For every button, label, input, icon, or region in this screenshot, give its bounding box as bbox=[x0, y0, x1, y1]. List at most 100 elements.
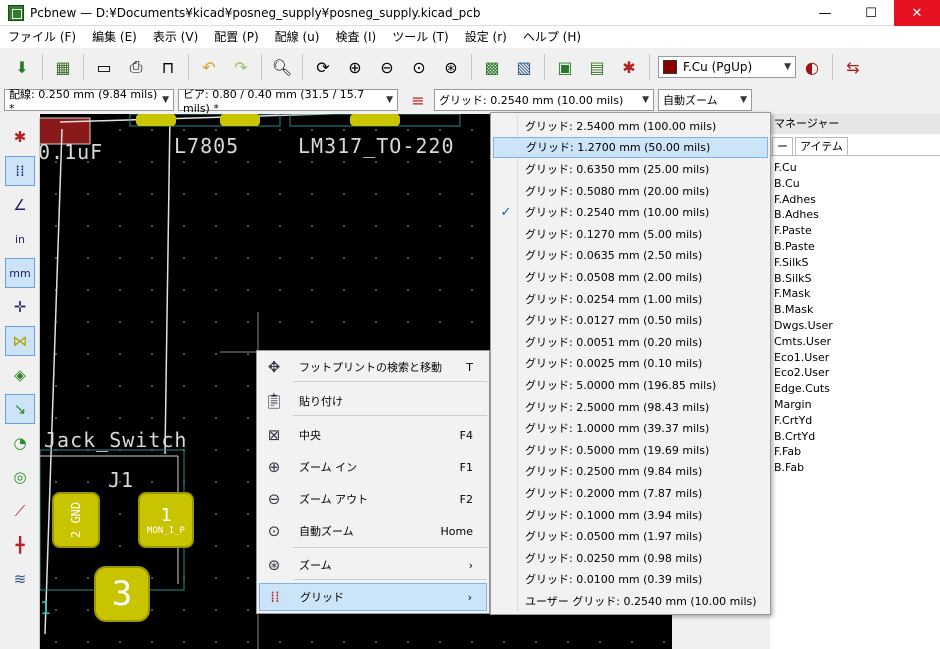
layer-item[interactable]: B.CrtYd bbox=[774, 429, 940, 445]
undo-icon[interactable]: ↶ bbox=[195, 53, 223, 81]
context-menu-item[interactable]: ⁞⁞ グリッド › bbox=[259, 583, 487, 611]
pad-gnd[interactable]: 2 GND bbox=[52, 492, 100, 548]
layers-manager-icon[interactable]: ≋ bbox=[5, 564, 35, 594]
auto-track-width-icon[interactable]: ≡ bbox=[404, 86, 432, 114]
grid-option[interactable]: グリッド: 2.5000 mm (98.43 mils) bbox=[493, 396, 768, 418]
track-outline-icon[interactable]: ↘ bbox=[5, 394, 35, 424]
zoom-select[interactable]: 自動ズーム ▼ bbox=[658, 89, 752, 111]
via-sketch-icon[interactable]: ◔ bbox=[5, 428, 35, 458]
menu-edit[interactable]: 編集 (E) bbox=[84, 26, 145, 48]
layer-item[interactable]: F.SilkS bbox=[774, 255, 940, 271]
grid-option[interactable]: グリッド: 0.0254 mm (1.00 mils) bbox=[493, 288, 768, 310]
layer-item[interactable]: Edge.Cuts bbox=[774, 381, 940, 397]
layer-item[interactable]: F.Mask bbox=[774, 286, 940, 302]
zoom-in-toolbar-icon[interactable]: ⊕ bbox=[341, 53, 369, 81]
context-menu-item[interactable]: ⊖ ズーム アウト F2 bbox=[259, 485, 487, 513]
grid-option[interactable]: グリッド: 0.0508 mm (2.00 mils) bbox=[493, 266, 768, 288]
context-menu-item[interactable]: ⊠ 中央 F4 bbox=[259, 421, 487, 449]
zoom-selection-toolbar-icon[interactable]: ⊛ bbox=[437, 53, 465, 81]
zone-fill-icon[interactable]: ◈ bbox=[5, 360, 35, 390]
menu-view[interactable]: 表示 (V) bbox=[145, 26, 206, 48]
layer-item[interactable]: Cmts.User bbox=[774, 334, 940, 350]
grid-option[interactable]: ユーザー グリッド: 0.2540 mm (10.00 mils) bbox=[493, 590, 768, 612]
pad-mon-ip[interactable]: 1 MON_I_P bbox=[138, 492, 194, 548]
find-icon[interactable]: 🔍︎ bbox=[268, 53, 296, 81]
maximize-button[interactable]: ☐ bbox=[848, 0, 894, 26]
update-pcb-icon[interactable]: ▤ bbox=[583, 53, 611, 81]
layer-item[interactable]: B.Paste bbox=[774, 239, 940, 255]
grid-option[interactable]: グリッド: 0.0051 mm (0.20 mils) bbox=[493, 331, 768, 353]
menu-preferences[interactable]: 設定 (r) bbox=[457, 26, 515, 48]
layer-selector[interactable]: F.Cu (PgUp) ▼ bbox=[658, 56, 796, 78]
menu-route[interactable]: 配線 (u) bbox=[267, 26, 328, 48]
layer-pair-icon[interactable]: ◐ bbox=[798, 53, 826, 81]
grid-option[interactable]: グリッド: 0.0025 mm (0.10 mils) bbox=[493, 353, 768, 375]
menu-file[interactable]: ファイル (F) bbox=[0, 26, 84, 48]
layer-item[interactable]: F.CrtYd bbox=[774, 413, 940, 429]
grid-option[interactable]: グリッド: 5.0000 mm (196.85 mils) bbox=[493, 374, 768, 396]
layer-item[interactable]: B.Adhes bbox=[774, 207, 940, 223]
pad-sketch-icon[interactable]: ◎ bbox=[5, 462, 35, 492]
close-button[interactable]: ✕ bbox=[894, 0, 940, 26]
cursor-shape-icon[interactable]: ✛ bbox=[5, 292, 35, 322]
layer-item[interactable]: F.Paste bbox=[774, 223, 940, 239]
netlist-icon[interactable]: ▣ bbox=[551, 53, 579, 81]
grid-option[interactable]: グリッド: 0.1000 mm (3.94 mils) bbox=[493, 504, 768, 526]
layer-item[interactable]: B.SilkS bbox=[774, 271, 940, 287]
inch-units-icon[interactable]: in bbox=[5, 224, 35, 254]
grid-toggle-icon[interactable]: ⁞⁞ bbox=[5, 156, 35, 186]
ratsnest-icon[interactable]: ⋈ bbox=[5, 326, 35, 356]
menu-help[interactable]: ヘルプ (H) bbox=[515, 26, 589, 48]
grid-option[interactable]: グリッド: 0.0500 mm (1.97 mils) bbox=[493, 525, 768, 547]
context-menu-item[interactable]: 📋︎ 貼り付け bbox=[259, 387, 487, 415]
context-menu-item[interactable]: ⊕ ズーム イン F1 bbox=[259, 453, 487, 481]
microwave-icon[interactable]: ╋ bbox=[5, 530, 35, 560]
tab-layers[interactable]: ー bbox=[772, 137, 793, 155]
redo-icon[interactable]: ↷ bbox=[227, 53, 255, 81]
grid-option[interactable]: グリッド: 0.0100 mm (0.39 mils) bbox=[493, 569, 768, 591]
high-contrast-icon[interactable]: ⟋ bbox=[5, 496, 35, 526]
mm-units-icon[interactable]: mm bbox=[5, 258, 35, 288]
grid-option[interactable]: グリッド: 0.2500 mm (9.84 mils) bbox=[493, 461, 768, 483]
grid-option[interactable]: グリッド: 0.0250 mm (0.98 mils) bbox=[493, 547, 768, 569]
scripting-console-icon[interactable]: ⇆ bbox=[839, 53, 867, 81]
context-menu-item[interactable]: ⊛ ズーム › bbox=[259, 551, 487, 579]
grid-option[interactable]: グリッド: 0.0127 mm (0.50 mils) bbox=[493, 309, 768, 331]
context-menu-item[interactable]: ✥ フットプリントの検索と移動 T bbox=[259, 353, 487, 381]
menu-place[interactable]: 配置 (P) bbox=[206, 26, 266, 48]
footprint-library-icon[interactable]: ▦ bbox=[49, 53, 77, 81]
polar-coords-icon[interactable]: ∠ bbox=[5, 190, 35, 220]
layer-item[interactable]: F.Fab bbox=[774, 444, 940, 460]
layer-item[interactable]: Dwgs.User bbox=[774, 318, 940, 334]
drc-off-icon[interactable]: ✱ bbox=[5, 122, 35, 152]
minimize-button[interactable]: — bbox=[802, 0, 848, 26]
via-size-select[interactable]: ビア: 0.80 / 0.40 mm (31.5 / 15.7 mils) * … bbox=[178, 88, 398, 115]
plot-icon[interactable]: ⊓ bbox=[154, 53, 182, 81]
layer-item[interactable]: F.Cu bbox=[774, 160, 940, 176]
track-width-select[interactable]: 配線: 0.250 mm (9.84 mils) * ▼ bbox=[4, 88, 174, 115]
layer-item[interactable]: B.Mask bbox=[774, 302, 940, 318]
grid-select[interactable]: グリッド: 0.2540 mm (10.00 mils) ▼ bbox=[434, 89, 654, 111]
zoom-fit-toolbar-icon[interactable]: ⊙ bbox=[405, 53, 433, 81]
pad-3[interactable]: 3 bbox=[94, 566, 150, 622]
grid-option[interactable]: グリッド: 2.5400 mm (100.00 mils) bbox=[493, 115, 768, 137]
tab-items[interactable]: アイテム bbox=[795, 137, 848, 155]
drc-bug-icon[interactable]: ✱ bbox=[615, 53, 643, 81]
footprint-viewer-icon[interactable]: ▧ bbox=[510, 53, 538, 81]
layer-item[interactable]: Eco1.User bbox=[774, 350, 940, 366]
grid-option[interactable]: グリッド: 0.5080 mm (20.00 mils) bbox=[493, 180, 768, 202]
grid-option[interactable]: グリッド: 1.0000 mm (39.37 mils) bbox=[493, 417, 768, 439]
grid-option[interactable]: グリッド: 0.5000 mm (19.69 mils) bbox=[493, 439, 768, 461]
footprint-editor-icon[interactable]: ▩ bbox=[478, 53, 506, 81]
layer-item[interactable]: F.Adhes bbox=[774, 192, 940, 208]
grid-option[interactable]: グリッド: 0.1270 mm (5.00 mils) bbox=[493, 223, 768, 245]
menu-inspect[interactable]: 検査 (I) bbox=[327, 26, 384, 48]
grid-option[interactable]: グリッド: 0.2000 mm (7.87 mils) bbox=[493, 482, 768, 504]
menu-tools[interactable]: ツール (T) bbox=[384, 26, 457, 48]
context-menu-item[interactable]: ⊙ 自動ズーム Home bbox=[259, 517, 487, 545]
zoom-out-toolbar-icon[interactable]: ⊖ bbox=[373, 53, 401, 81]
layer-item[interactable]: Eco2.User bbox=[774, 365, 940, 381]
page-settings-icon[interactable]: ▭ bbox=[90, 53, 118, 81]
layer-item[interactable]: B.Fab bbox=[774, 460, 940, 476]
redraw-icon[interactable]: ⟳ bbox=[309, 53, 337, 81]
